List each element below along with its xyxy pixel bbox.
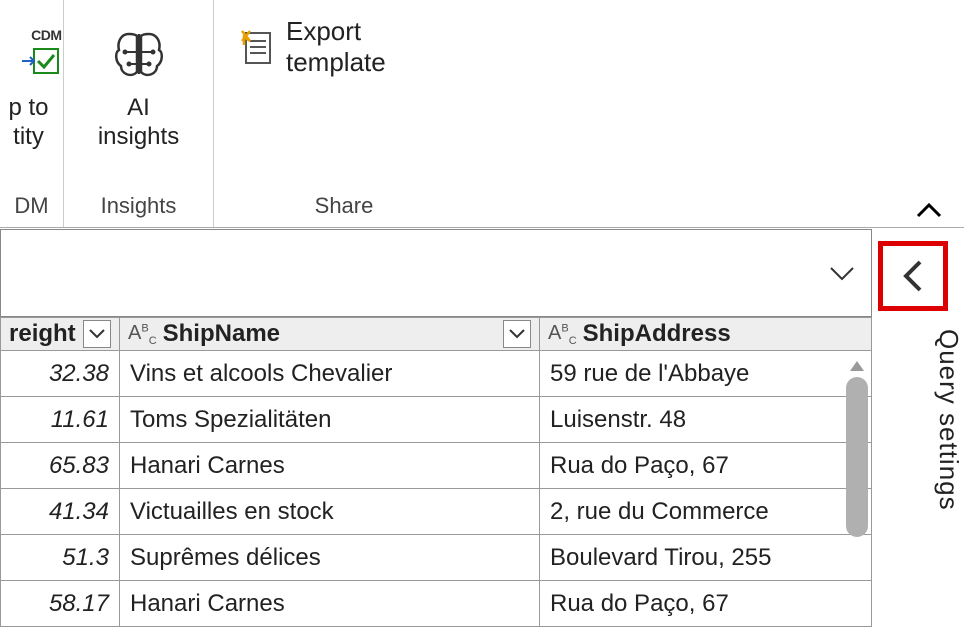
cell-shipaddress[interactable]: 59 rue de l'Abbaye xyxy=(540,351,872,396)
table-row[interactable]: 32.38Vins et alcools Chevalier59 rue de … xyxy=(0,351,872,397)
data-grid: reight ABC ShipName ABC ShipAddress 32.3… xyxy=(0,317,872,627)
cell-shipaddress[interactable]: Rua do Paço, 67 xyxy=(540,443,872,488)
cell-freight[interactable]: 11.61 xyxy=(0,397,120,442)
table-row[interactable]: 41.34Victuailles en stock2, rue du Comme… xyxy=(0,489,872,535)
text-type-icon: ABC xyxy=(548,322,577,347)
formula-bar[interactable] xyxy=(0,229,872,317)
ai-insights-button[interactable]: AI insights xyxy=(64,10,213,152)
cell-freight[interactable]: 65.83 xyxy=(0,443,120,488)
filter-dropdown-shipname[interactable] xyxy=(503,320,531,348)
formula-bar-expand-icon[interactable] xyxy=(827,263,857,283)
group-label-cdm: DM xyxy=(0,187,63,227)
column-header-shipname[interactable]: ABC ShipName xyxy=(120,318,540,350)
export-template-label: Export template xyxy=(286,16,462,78)
cell-shipaddress[interactable]: 2, rue du Commerce xyxy=(540,489,872,534)
ribbon-collapse-button[interactable] xyxy=(914,200,944,220)
cell-shipname[interactable]: Hanari Carnes xyxy=(120,443,540,488)
text-type-icon: ABC xyxy=(128,322,157,347)
ribbon: CDM p to tity DM xyxy=(0,0,964,228)
expand-query-settings-button[interactable] xyxy=(878,241,948,311)
map-to-entity-label-1: p to xyxy=(8,94,54,123)
filter-dropdown-freight[interactable] xyxy=(83,320,111,348)
scrollbar-thumb[interactable] xyxy=(846,377,868,537)
group-label-insights: Insights xyxy=(64,187,213,227)
ribbon-group-insights: AI insights Insights xyxy=(64,0,214,227)
column-name-freight: reight xyxy=(9,320,76,348)
query-settings-label: Query settings xyxy=(874,329,964,511)
export-template-button[interactable]: Export template xyxy=(226,10,474,84)
ribbon-group-cdm: CDM p to tity DM xyxy=(0,0,64,227)
ribbon-group-share: Export template Share xyxy=(214,0,474,227)
brain-icon xyxy=(107,14,171,94)
cell-shipaddress[interactable]: Rua do Paço, 67 xyxy=(540,581,872,626)
cell-shipname[interactable]: Hanari Carnes xyxy=(120,581,540,626)
map-to-entity-button[interactable]: CDM p to tity xyxy=(0,10,63,152)
chevron-left-icon xyxy=(900,256,926,296)
ai-insights-label: AI insights xyxy=(98,94,179,152)
query-settings-panel: Query settings xyxy=(874,229,964,627)
cell-shipname[interactable]: Victuailles en stock xyxy=(120,489,540,534)
table-row[interactable]: 58.17Hanari CarnesRua do Paço, 67 xyxy=(0,581,872,627)
table-row[interactable]: 65.83Hanari CarnesRua do Paço, 67 xyxy=(0,443,872,489)
cell-shipname[interactable]: Suprêmes délices xyxy=(120,535,540,580)
group-label-share: Share xyxy=(214,187,474,227)
column-header-shipaddress[interactable]: ABC ShipAddress xyxy=(540,318,872,350)
cell-freight[interactable]: 58.17 xyxy=(0,581,120,626)
cell-freight[interactable]: 41.34 xyxy=(0,489,120,534)
export-template-icon xyxy=(238,27,274,67)
column-header-freight[interactable]: reight xyxy=(0,318,120,350)
header-row: reight ABC ShipName ABC ShipAddress xyxy=(0,318,872,351)
scroll-up-arrow-icon[interactable] xyxy=(848,359,866,373)
cell-shipname[interactable]: Toms Spezialitäten xyxy=(120,397,540,442)
cell-freight[interactable]: 51.3 xyxy=(0,535,120,580)
map-to-entity-label-2: tity xyxy=(13,123,50,152)
cell-shipaddress[interactable]: Boulevard Tirou, 255 xyxy=(540,535,872,580)
column-name-shipaddress: ShipAddress xyxy=(583,320,731,348)
table-row[interactable]: 11.61Toms SpezialitätenLuisenstr. 48 xyxy=(0,397,872,443)
cell-shipaddress[interactable]: Luisenstr. 48 xyxy=(540,397,872,442)
cell-shipname[interactable]: Vins et alcools Chevalier xyxy=(120,351,540,396)
cdm-icon: CDM xyxy=(2,14,62,94)
cell-freight[interactable]: 32.38 xyxy=(0,351,120,396)
table-row[interactable]: 51.3Suprêmes délicesBoulevard Tirou, 255 xyxy=(0,535,872,581)
column-name-shipname: ShipName xyxy=(163,320,280,348)
vertical-scrollbar[interactable] xyxy=(846,361,868,621)
